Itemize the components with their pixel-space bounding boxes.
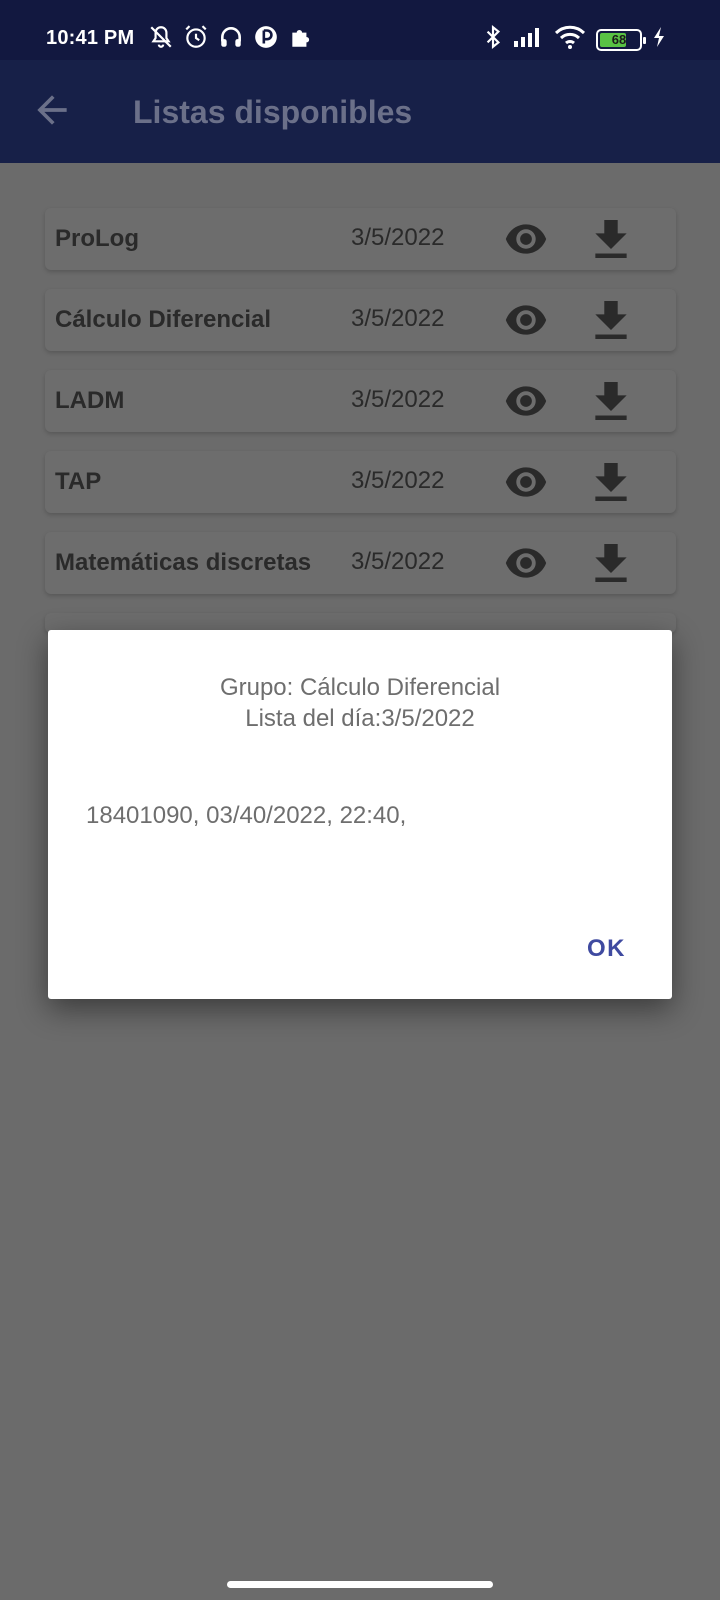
list-item-date: 3/5/2022 bbox=[351, 467, 445, 494]
dialog-message: 18401090, 03/40/2022, 22:40, bbox=[86, 802, 407, 829]
download-icon[interactable] bbox=[590, 461, 632, 503]
download-icon[interactable] bbox=[590, 542, 632, 584]
battery-level: 68 bbox=[611, 31, 627, 47]
list-item-date: 3/5/2022 bbox=[351, 386, 445, 413]
eye-icon[interactable] bbox=[503, 381, 549, 421]
list-item[interactable]: Cálculo Diferencial 3/5/2022 bbox=[45, 289, 676, 351]
list-item-name: Cálculo Diferencial bbox=[55, 306, 272, 333]
battery-tip bbox=[643, 36, 646, 44]
eye-icon[interactable] bbox=[503, 219, 549, 259]
eye-icon[interactable] bbox=[503, 462, 549, 502]
status-time: 10:41 PM bbox=[46, 27, 135, 49]
status-icons-left bbox=[148, 24, 314, 50]
lists-container: ProLog 3/5/2022 Cálculo Diferencial 3/5/… bbox=[45, 208, 676, 633]
list-item-name: TAP bbox=[55, 468, 102, 495]
signal-icon bbox=[512, 25, 544, 54]
download-icon[interactable] bbox=[590, 299, 632, 341]
list-item[interactable]: ProLog 3/5/2022 bbox=[45, 208, 676, 270]
eye-icon[interactable] bbox=[503, 300, 549, 340]
dialog-title: Grupo: Cálculo Diferencial Lista del día… bbox=[48, 672, 672, 734]
wifi-icon bbox=[554, 24, 586, 55]
list-item-name: Matemáticas discretas bbox=[55, 549, 312, 576]
alarm-icon bbox=[183, 24, 209, 50]
status-icons-right: 68 bbox=[484, 24, 666, 55]
battery-icon: 68 bbox=[596, 28, 646, 51]
download-icon[interactable] bbox=[590, 218, 632, 260]
ok-button[interactable]: OK bbox=[587, 935, 626, 963]
muted-bell-icon bbox=[148, 24, 174, 50]
app-icon bbox=[253, 24, 279, 50]
list-item[interactable]: Matemáticas discretas 3/5/2022 bbox=[45, 532, 676, 594]
gesture-nav-handle[interactable] bbox=[227, 1581, 493, 1588]
dialog-title-group: Grupo: Cálculo Diferencial bbox=[219, 674, 501, 701]
list-item-name: ProLog bbox=[55, 225, 139, 252]
dialog-title-date: Lista del día:3/5/2022 bbox=[245, 705, 475, 732]
list-item-date: 3/5/2022 bbox=[351, 224, 445, 251]
charging-icon bbox=[652, 26, 666, 53]
list-item[interactable]: LADM 3/5/2022 bbox=[45, 370, 676, 432]
download-icon[interactable] bbox=[590, 380, 632, 422]
app-bar: Listas disponibles bbox=[0, 60, 720, 163]
puzzle-icon bbox=[288, 24, 314, 50]
status-bar: 10:41 PM 68 bbox=[0, 0, 720, 60]
arrow-back-icon[interactable] bbox=[30, 88, 74, 132]
eye-icon[interactable] bbox=[503, 543, 549, 583]
list-item-date: 3/5/2022 bbox=[351, 548, 445, 575]
list-item[interactable]: TAP 3/5/2022 bbox=[45, 451, 676, 513]
page-title: Listas disponibles bbox=[133, 94, 413, 130]
headset-icon bbox=[218, 24, 244, 50]
list-detail-dialog: Grupo: Cálculo Diferencial Lista del día… bbox=[48, 630, 672, 999]
list-item-date: 3/5/2022 bbox=[351, 305, 445, 332]
bluetooth-icon bbox=[484, 24, 502, 55]
list-item-name: LADM bbox=[55, 387, 125, 414]
